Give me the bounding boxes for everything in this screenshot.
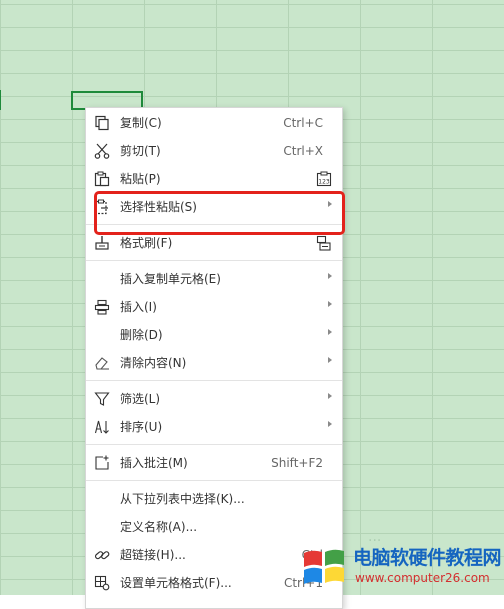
menu-separator bbox=[86, 444, 342, 445]
submenu-arrow-icon bbox=[328, 357, 332, 363]
highlight-annotation-box bbox=[94, 191, 345, 235]
menu-separator bbox=[86, 480, 342, 481]
menu-item-paste[interactable]: 粘贴(P) 123 bbox=[86, 165, 342, 193]
menu-item-label: 删除(D) bbox=[120, 328, 163, 342]
submenu-arrow-icon bbox=[328, 421, 332, 427]
format-painter-icon[interactable] bbox=[316, 235, 332, 251]
submenu-arrow-icon bbox=[328, 273, 332, 279]
menu-item-pick-from-list[interactable]: 从下拉列表中选择(K)... bbox=[86, 485, 342, 513]
context-menu: 复制(C) Ctrl+C 剪切(T) Ctrl+X 粘贴(P) 123 选择性粘… bbox=[85, 107, 343, 609]
filter-icon bbox=[94, 392, 110, 406]
sort-icon bbox=[94, 420, 109, 434]
menu-item-insert-copied-cells[interactable]: 插入复制单元格(E) bbox=[86, 265, 342, 293]
comment-icon bbox=[95, 455, 109, 470]
submenu-arrow-icon bbox=[328, 393, 332, 399]
menu-item-cut[interactable]: 剪切(T) Ctrl+X bbox=[86, 137, 342, 165]
menu-item-label: 筛选(L) bbox=[120, 392, 161, 406]
menu-item-label: 复制(C) bbox=[120, 116, 162, 130]
menu-separator bbox=[86, 380, 342, 381]
paste-icon bbox=[94, 171, 110, 187]
menu-item-clear-contents[interactable]: 清除内容(N) bbox=[86, 349, 342, 377]
paste-values-icon[interactable]: 123 bbox=[316, 171, 332, 187]
menu-item-insert-comment[interactable]: 插入批注(M) Shift+F2 bbox=[86, 449, 342, 477]
menu-item-insert[interactable]: 插入(I) bbox=[86, 293, 342, 321]
eraser-icon bbox=[95, 357, 109, 370]
shortcut-label: Ctrl+C bbox=[283, 116, 323, 130]
submenu-arrow-icon bbox=[328, 329, 332, 335]
menu-item-copy[interactable]: 复制(C) Ctrl+C bbox=[86, 109, 342, 137]
menu-item-label: 插入批注(M) bbox=[120, 456, 188, 470]
menu-item-sort[interactable]: 排序(U) bbox=[86, 413, 342, 441]
link-icon bbox=[94, 551, 110, 560]
selection-edge bbox=[0, 90, 1, 110]
menu-item-label: 定义名称(A)... bbox=[120, 520, 198, 534]
menu-item-label: 排序(U) bbox=[120, 420, 163, 434]
menu-item-label: 插入复制单元格(E) bbox=[120, 272, 221, 286]
menu-item-delete[interactable]: 删除(D) bbox=[86, 321, 342, 349]
windows-logo-icon bbox=[304, 549, 344, 584]
menu-item-label: 剪切(T) bbox=[120, 144, 161, 158]
paste-values-text: 123 bbox=[318, 179, 330, 186]
menu-item-label: 格式刷(F) bbox=[120, 236, 173, 250]
insert-icon bbox=[94, 299, 110, 315]
copy-icon bbox=[95, 115, 109, 131]
menu-item-label: 插入(I) bbox=[120, 300, 157, 314]
menu-separator bbox=[86, 260, 342, 261]
site-name: 电脑软硬件教程网 bbox=[353, 547, 502, 569]
submenu-arrow-icon bbox=[328, 301, 332, 307]
format-painter-icon bbox=[95, 236, 109, 250]
shortcut-label: Shift+F2 bbox=[271, 456, 323, 470]
menu-item-label: 从下拉列表中选择(K)... bbox=[120, 492, 245, 506]
menu-item-filter[interactable]: 筛选(L) bbox=[86, 385, 342, 413]
menu-item-label: 设置单元格格式(F)... bbox=[120, 576, 232, 590]
menu-item-define-name[interactable]: 定义名称(A)... bbox=[86, 513, 342, 541]
site-url: www.computer26.com bbox=[355, 571, 490, 585]
menu-item-label: 清除内容(N) bbox=[120, 356, 187, 370]
menu-item-label: 超链接(H)... bbox=[120, 548, 186, 562]
shortcut-label: Ctrl+X bbox=[283, 144, 323, 158]
site-watermark: 电脑软硬件教程网 www.computer26.com bbox=[299, 542, 504, 595]
menu-item-label: 粘贴(P) bbox=[120, 172, 161, 186]
cell-format-icon bbox=[94, 575, 110, 591]
scissors-icon bbox=[94, 143, 110, 159]
